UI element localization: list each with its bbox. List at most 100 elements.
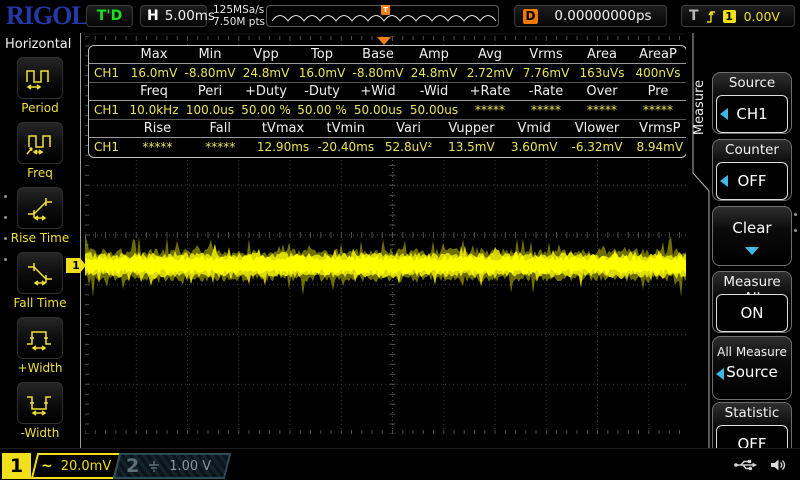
- measure-header-cell: Vrms: [529, 47, 563, 63]
- measure-value-row: CH1 16.0mV -8.80mV 24.8mV 16.0mV -8.80mV 24.8m…: [89, 64, 686, 83]
- menu-tab-measure: Measure: [692, 79, 707, 136]
- horizontal-scale-box: H 5.00ms: [140, 5, 215, 27]
- sidebar-item--width[interactable]: +Width: [0, 317, 80, 375]
- measure-value-cell: *****: [205, 140, 236, 155]
- menu-button-clear[interactable]: Clear: [712, 206, 792, 266]
- trigger-level-value: 0.00V: [743, 8, 780, 24]
- measure-value-row: CH1 ***** ***** 12.90ms -20.40ms 52.8uV² 13.5m…: [89, 138, 686, 156]
- delay-box: D 0.00000000ps: [514, 5, 667, 27]
- acquisition-info: 125MSa/s 7.50M pts: [213, 4, 265, 28]
- measure-all-table: Max Min Vpp Top Base Amp Avg Vrms Area AreaP CH1 16…: [88, 45, 687, 158]
- period-icon: [17, 57, 63, 99]
- measure-value-cell: -20.40ms: [317, 140, 375, 155]
- oscilloscope-screen: RIGOL T'D H 5.00ms 125MSa/s 7.50M pts T …: [0, 0, 800, 480]
- measure-header-cell: tVmin: [326, 120, 366, 136]
- measure-channel-label: CH1: [94, 140, 120, 155]
- memory-depth: 7.50M pts: [213, 16, 266, 28]
- left-arrow-icon: [716, 367, 724, 380]
- sidebar-item-rise-time[interactable]: Rise Time: [0, 187, 80, 245]
- measure-value-cell: 400nVs: [635, 66, 681, 81]
- measure-value-cell: 3.60mV: [510, 140, 558, 155]
- trigger-slope-icon: [706, 10, 715, 23]
- sidebar-item--width[interactable]: -Width: [0, 382, 80, 440]
- measure-header-cell: AreaP: [639, 47, 677, 63]
- measure-header-cell: Amp: [419, 47, 449, 63]
- measure-value-cell: 163uVs: [579, 66, 625, 81]
- usb-icon: [734, 459, 757, 471]
- menu-value-text: OFF: [737, 172, 767, 190]
- page-indicator-dot: [4, 258, 7, 261]
- sidebar-item-freq[interactable]: Freq: [0, 122, 80, 180]
- channel1-badge[interactable]: 1 ~ 20.0mV: [2, 453, 122, 479]
- measure-value-cell: 50.00us: [409, 102, 459, 117]
- trigger-position-marker[interactable]: [377, 37, 391, 45]
- measure-header-cell: Pre: [647, 83, 669, 99]
- measure-value-cell: 2.72mV: [466, 66, 514, 81]
- left-arrow-icon: [720, 175, 728, 187]
- channel1-level-marker[interactable]: 1: [66, 258, 86, 273]
- trigger-info-box: T 1 0.00V: [681, 5, 795, 27]
- measure-header-cell: -Rate: [528, 83, 564, 99]
- channel1-number: 1: [2, 453, 31, 479]
- measure-value-cell: 24.8mV: [242, 66, 290, 81]
- measure-value-cell: 8.94mV: [636, 140, 684, 155]
- page-indicator-dot: [4, 216, 7, 219]
- fall-time-icon: [17, 252, 63, 294]
- waveform-preview-bar[interactable]: T: [266, 5, 499, 27]
- trigger-position-pin[interactable]: T: [381, 5, 390, 15]
- neg-width-icon: [17, 382, 63, 424]
- measure-value-cell: 52.8uV²: [384, 140, 433, 155]
- measure-header-cell: Vpp: [253, 47, 279, 63]
- sidebar-item-label: +Width: [17, 361, 63, 375]
- measure-value-cell: 100.0us: [185, 102, 235, 117]
- delay-value: 0.00000000ps: [554, 8, 652, 24]
- left-arrow-icon: [720, 108, 728, 120]
- channel2-badge[interactable]: 2 1.00 V: [112, 453, 232, 479]
- page-indicator-dot: [794, 213, 797, 216]
- measure-value-cell: 10.0kHz: [129, 102, 179, 117]
- ac-coupling-icon: ~: [40, 458, 53, 474]
- menu-value-text: ON: [740, 304, 764, 322]
- measure-value-cell: *****: [643, 102, 673, 117]
- measure-channel-label: CH1: [94, 66, 120, 81]
- measure-header-cell: Vmid: [517, 120, 551, 136]
- horizontal-scale-label: H: [147, 8, 159, 24]
- measure-header-cell: Vlower: [574, 120, 620, 136]
- measure-header-cell: Avg: [477, 47, 503, 63]
- rigol-logo: RIGOL: [6, 1, 89, 30]
- measure-header-cell: +Wid: [360, 83, 396, 99]
- menu-button-source[interactable]: Source CH1: [712, 72, 792, 134]
- horizontal-scale-value: 5.00ms: [164, 8, 215, 24]
- sample-rate: 125MSa/s: [213, 4, 265, 16]
- menu-button-all-measure[interactable]: All Measure Source: [712, 336, 792, 400]
- sidebar-item-label: Freq: [27, 166, 53, 180]
- measure-header-row: Freq Peri +Duty -Duty +Wid -Wid +Rate -Rate Over…: [89, 83, 686, 102]
- sidebar-item-label: Fall Time: [13, 296, 67, 310]
- measure-value-cell: 16.0mV: [130, 66, 178, 81]
- measure-value-row: CH1 10.0kHz 100.0us 50.00 % 50.00 % 50.00us 50…: [89, 101, 686, 120]
- measure-header-cell: +Rate: [469, 83, 511, 99]
- sidebar-item-period[interactable]: Period: [0, 57, 80, 115]
- measure-value-cell: 12.90ms: [256, 140, 310, 155]
- freq-icon: [17, 122, 63, 164]
- measure-header-cell: Peri: [197, 83, 223, 99]
- menu-button-value: Source: [713, 363, 791, 381]
- channel1-scale: 20.0mV: [60, 458, 112, 474]
- delay-label: D: [523, 8, 538, 24]
- sidebar-item-label: Rise Time: [10, 231, 70, 245]
- menu-button-counter[interactable]: Counter OFF: [712, 139, 792, 201]
- measure-header-cell: tVmax: [261, 120, 305, 136]
- menu-button-measure-all[interactable]: Measure AllON: [712, 271, 792, 333]
- menu-value-text: CH1: [736, 105, 768, 123]
- measure-header-cell: Freq: [140, 83, 168, 99]
- ground-coupling-icon: [149, 460, 160, 472]
- measure-value-cell: 13.5mV: [448, 140, 495, 155]
- menu-button-value: ON: [716, 294, 788, 332]
- measure-value-cell: -6.32mV: [571, 140, 623, 155]
- down-arrow-icon: [745, 247, 759, 255]
- measure-header-cell: Area: [587, 47, 617, 63]
- measure-value-cell: 16.0mV: [298, 66, 346, 81]
- menu-button-title: All Measure: [717, 345, 787, 359]
- measure-header-cell: +Duty: [245, 83, 287, 99]
- left-menu-title: Horizontal: [5, 37, 72, 52]
